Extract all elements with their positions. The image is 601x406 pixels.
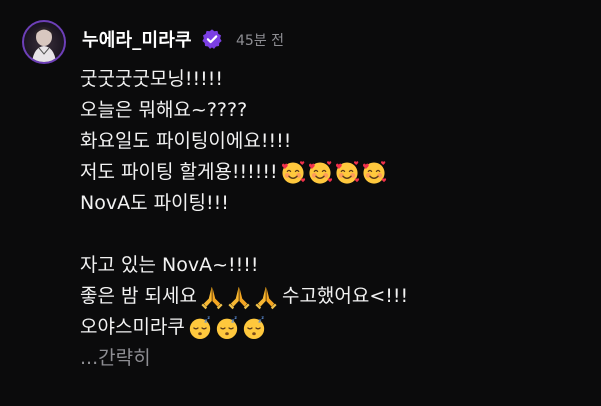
smiling-face-with-hearts-emoji bbox=[308, 160, 332, 184]
post-body: 굿굿굿굿모닝!!!!! 오늘은 뭐해요~???? 화요일도 파이팅이에요!!!!… bbox=[80, 64, 590, 374]
post-line: 저도 파이팅 할게용!!!!!! bbox=[80, 157, 590, 188]
folded-hands-emoji bbox=[255, 286, 277, 309]
svg-text:z: z bbox=[234, 316, 237, 321]
smiling-face-with-hearts-emoji bbox=[335, 160, 359, 184]
sleeping-face-emoji: zz bbox=[216, 316, 237, 339]
show-less-link[interactable]: ...간략히 bbox=[80, 343, 590, 374]
sleeping-face-emoji: zz bbox=[243, 316, 264, 339]
post-line-text: 좋은 밤 되세요 bbox=[80, 285, 197, 307]
post-line: 자고 있는 NovA~!!!! bbox=[80, 254, 259, 276]
folded-hands-emoji bbox=[201, 286, 223, 309]
avatar-image bbox=[32, 27, 56, 62]
folded-hands-emoji bbox=[228, 286, 250, 309]
svg-text:z: z bbox=[261, 316, 264, 321]
post-line: 오야스미라쿠 zzzzzz bbox=[80, 312, 590, 343]
post-line: 굿굿굿굿모닝!!!!! bbox=[80, 68, 223, 90]
post-line: 좋은 밤 되세요 수고했어요<!!! bbox=[80, 281, 590, 312]
smiling-face-with-hearts-emoji bbox=[281, 160, 305, 184]
avatar[interactable] bbox=[22, 20, 66, 64]
svg-text:z: z bbox=[207, 316, 210, 321]
emoji-group-sleeping: zzzzzz bbox=[187, 315, 268, 341]
post-line: 오늘은 뭐해요~???? bbox=[80, 99, 248, 121]
sleeping-face-emoji: zz bbox=[189, 316, 210, 339]
post-timestamp: 45분 전 bbox=[236, 33, 285, 49]
post-line-text: 오야스미라쿠 bbox=[80, 316, 185, 338]
username[interactable]: 누에라_미라쿠 bbox=[82, 26, 192, 52]
post-line-text: 저도 파이팅 할게용!!!!!! bbox=[80, 161, 278, 183]
verified-badge-icon bbox=[202, 29, 222, 49]
post-line: NovA도 파이팅!!! bbox=[80, 192, 229, 214]
emoji-group-hands bbox=[199, 284, 280, 310]
post-card: 누에라_미라쿠 45분 전 굿굿굿굿모닝!!!!! 오늘은 뭐해요~???? 화… bbox=[0, 0, 601, 406]
post-line-text: 수고했어요<!!! bbox=[281, 285, 409, 307]
smiling-face-with-hearts-emoji bbox=[362, 160, 386, 184]
post-line: 화요일도 파이팅이에요!!!! bbox=[80, 130, 292, 152]
emoji-group-hearts bbox=[280, 160, 388, 186]
